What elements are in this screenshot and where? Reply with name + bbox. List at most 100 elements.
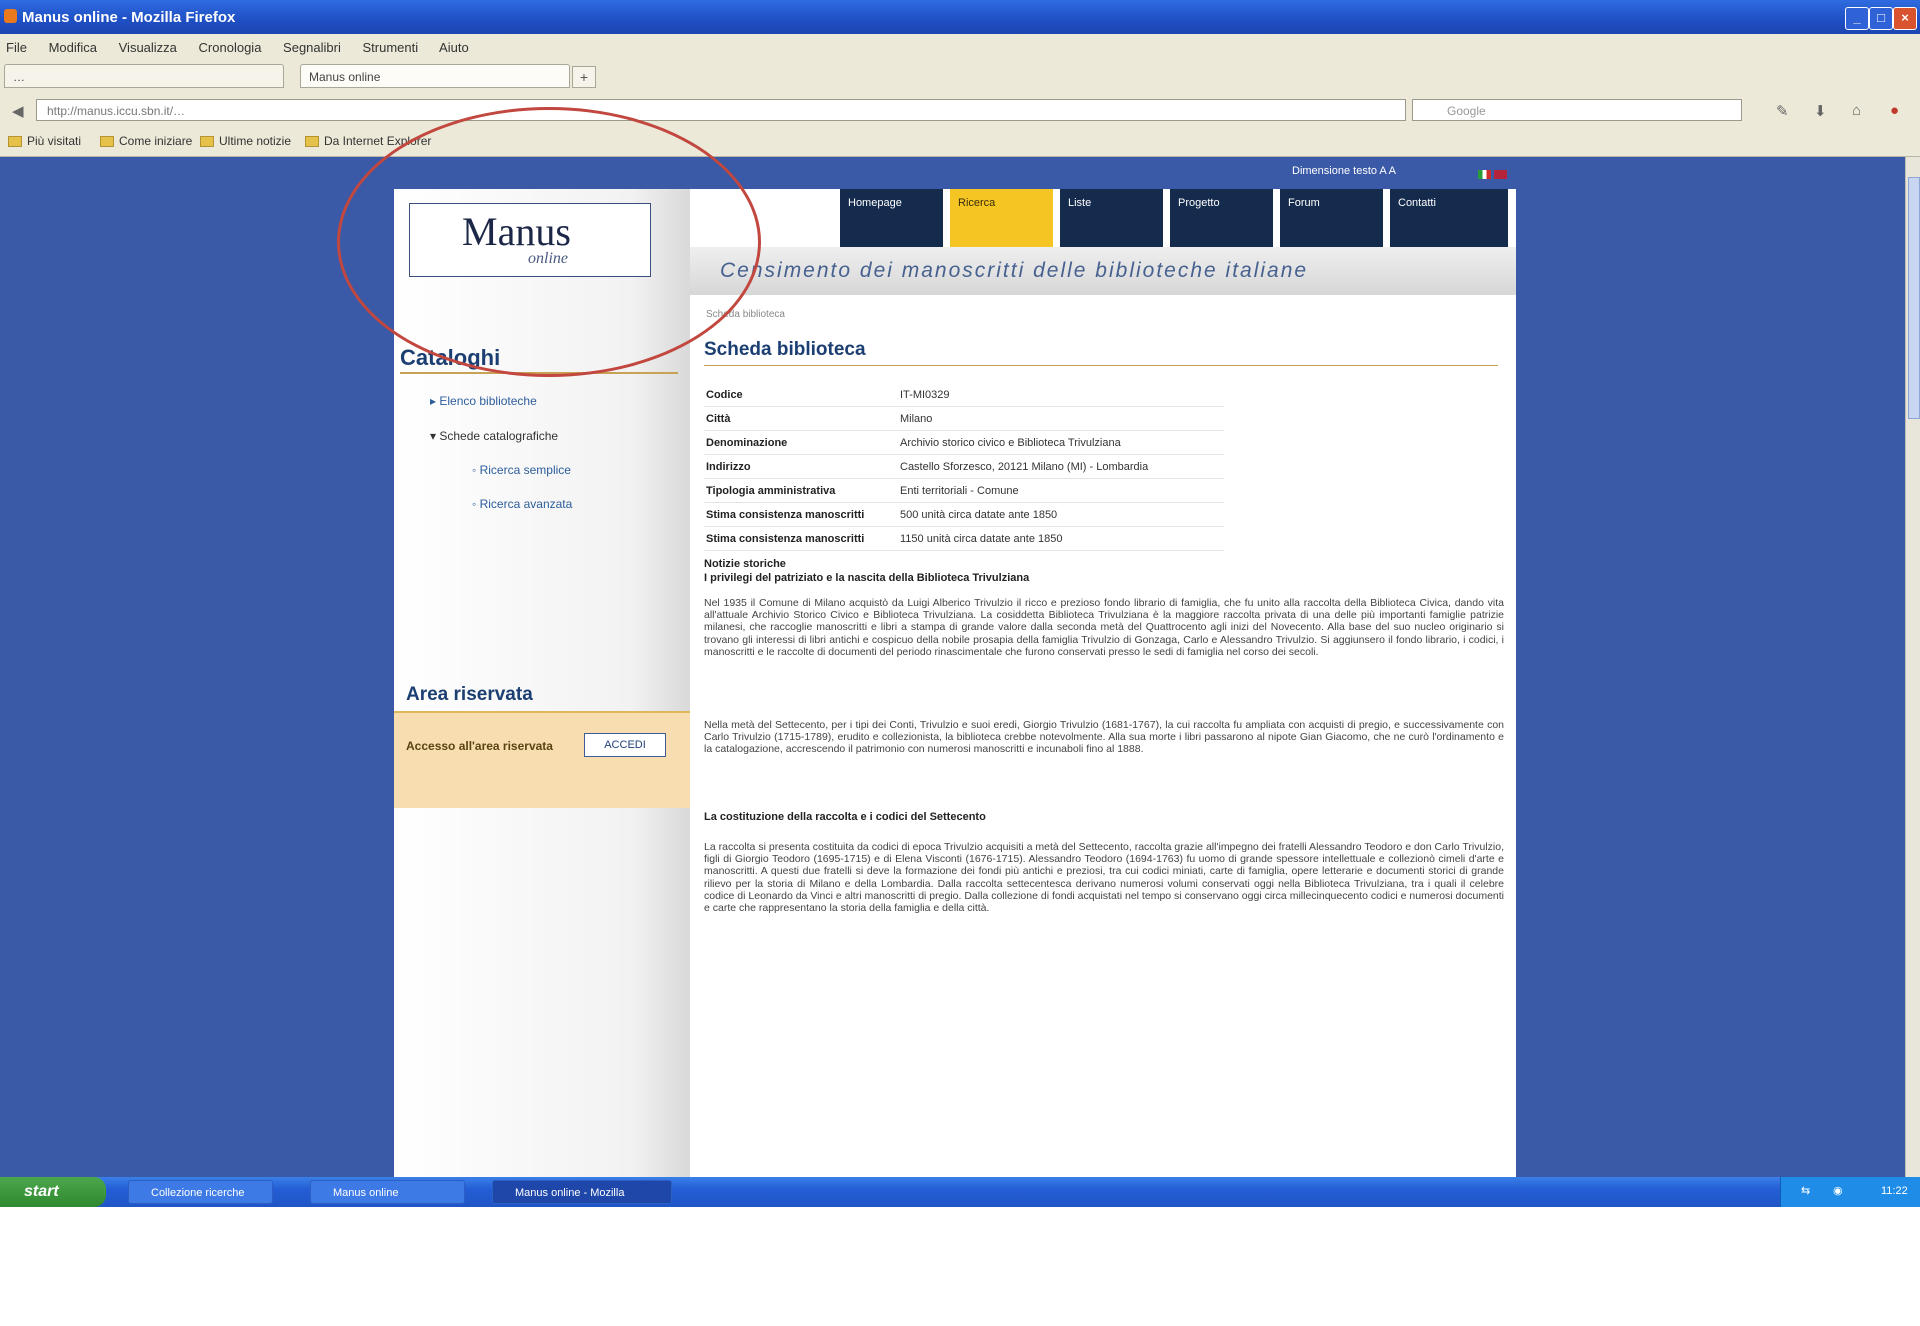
table-row: Denominazione Archivio storico civico e B… <box>704 430 1224 455</box>
table-row: Tipologia amministrativa Enti territorial… <box>704 478 1224 503</box>
field-value: Milano <box>898 406 1224 431</box>
download-icon[interactable]: ⬇ <box>1814 102 1827 120</box>
taskbar-item[interactable]: Collezione ricerche <box>128 1180 273 1204</box>
field-label: Tipologia amministrativa <box>704 478 898 503</box>
menubar: File Modifica Visualizza Cronologia Segn… <box>6 40 487 55</box>
language-flags[interactable] <box>1475 166 1507 184</box>
desktop-screen: Manus online - Mozilla Firefox _ □ × Fil… <box>0 0 1920 1207</box>
window-title: Manus online - Mozilla Firefox <box>22 9 236 26</box>
menu-view[interactable]: Visualizza <box>119 40 177 55</box>
close-window-button[interactable]: × <box>1893 7 1917 30</box>
field-value: Enti territoriali - Comune <box>898 478 1224 503</box>
folder-icon <box>8 136 22 148</box>
folder-icon <box>100 136 114 148</box>
new-tab-button[interactable]: + <box>572 66 596 88</box>
field-label: Denominazione <box>704 430 898 455</box>
sidebar-item-simple-search[interactable]: ◦ Ricerca semplice <box>472 463 571 477</box>
taskbar-item-active[interactable]: Manus online - Mozilla <box>492 1180 672 1204</box>
field-value: IT-MI0329 <box>898 383 1224 407</box>
window-titlebar: Manus online - Mozilla Firefox _ □ × <box>0 0 1920 34</box>
login-button[interactable]: ACCEDI <box>584 733 666 757</box>
bookmark-most-visited[interactable]: Più visitati <box>8 134 81 148</box>
tab-strip: … Manus online + <box>0 62 1920 92</box>
field-label: Codice <box>704 383 898 407</box>
field-label: Città <box>704 406 898 431</box>
field-value: 500 unità circa datate ante 1850 <box>898 502 1224 527</box>
clock: 11:22 <box>1881 1185 1908 1197</box>
table-row: Stima consistenza manoscritti 1150 unità … <box>704 526 1224 551</box>
field-label: Stima consistenza manoscritti <box>704 526 898 551</box>
menu-tools[interactable]: Strumenti <box>363 40 419 55</box>
maximize-button[interactable]: □ <box>1869 7 1893 30</box>
field-value: Archivio storico civico e Biblioteca Tri… <box>898 430 1224 455</box>
menu-help[interactable]: Aiuto <box>439 40 469 55</box>
network-icon[interactable]: ⇆ <box>1801 1184 1810 1197</box>
bookmark-getting-started[interactable]: Come iniziare <box>100 134 192 148</box>
notes-subtitle: I privilegi del patriziato e la nascita … <box>704 572 1030 584</box>
menu-edit[interactable]: Modifica <box>49 40 97 55</box>
table-row: Codice IT-MI0329 <box>704 383 1224 407</box>
tab-label: … <box>13 70 25 84</box>
divider <box>704 365 1498 366</box>
taskbar: start Collezione ricerche Manus online M… <box>0 1177 1920 1207</box>
history-paragraph: Nel 1935 il Comune di Milano acquistò da… <box>704 597 1504 658</box>
notes-label: Notizie storiche <box>704 558 786 570</box>
nav-tab-project[interactable]: Progetto <box>1170 189 1276 247</box>
menu-bookmarks[interactable]: Segnalibri <box>283 40 341 55</box>
menu-history[interactable]: Cronologia <box>199 40 262 55</box>
page-title: Scheda biblioteca <box>704 339 866 360</box>
nav-tab-search[interactable]: Ricerca <box>950 189 1056 247</box>
sidebar-item-catalog-records[interactable]: ▾ Schede catalografiche <box>430 429 558 443</box>
nav-tab-lists[interactable]: Liste <box>1060 189 1166 247</box>
banner-text: Censimento dei manoscritti delle bibliot… <box>720 259 1309 282</box>
text-size-links[interactable]: Dimensione testo A A <box>1292 165 1396 177</box>
start-button[interactable]: start <box>0 1177 106 1207</box>
history-paragraph: Nella metà del Settecento, per i tipi de… <box>704 719 1504 756</box>
search-box[interactable]: Google <box>1412 99 1742 121</box>
folder-icon <box>200 136 214 148</box>
reserved-area-title: Area riservata <box>406 684 533 705</box>
pen-icon[interactable]: ✎ <box>1776 102 1789 120</box>
bookmark-latest-news[interactable]: Ultime notizie <box>200 134 291 148</box>
field-label: Indirizzo <box>704 454 898 479</box>
site-banner: Censimento dei manoscritti delle bibliot… <box>690 247 1516 295</box>
scrollbar-thumb[interactable] <box>1908 177 1920 419</box>
back-arrow-icon[interactable]: ◀ <box>12 102 24 120</box>
browser-tab-active[interactable]: Manus online <box>300 64 570 88</box>
reserved-area-label: Accesso all'area riservata <box>406 739 553 753</box>
page-viewport: Dimensione testo A A Manus online Catalo… <box>0 157 1905 1177</box>
field-label: Stima consistenza manoscritti <box>704 502 898 527</box>
firefox-icon <box>4 9 17 23</box>
menu-file[interactable]: File <box>6 40 27 55</box>
field-value: Castello Sforzesco, 20121 Milano (MI) - … <box>898 454 1224 479</box>
system-tray: ⇆ ◉ 11:22 <box>1780 1177 1920 1207</box>
sidebar-item-library-list[interactable]: ▸ Elenco biblioteche <box>430 394 537 408</box>
sidebar-item-advanced-search[interactable]: ◦ Ricerca avanzata <box>472 497 572 511</box>
table-row: Indirizzo Castello Sforzesco, 20121 Milan… <box>704 454 1224 479</box>
english-flag-icon[interactable] <box>1494 170 1507 179</box>
reserved-area-box: Accesso all'area riservata ACCEDI <box>394 711 690 808</box>
minimize-button[interactable]: _ <box>1845 7 1869 30</box>
notes-heading: Notizie storiche I privilegi del patrizi… <box>704 557 1029 585</box>
nav-tab-home[interactable]: Homepage <box>840 189 946 247</box>
shield-icon[interactable]: ◉ <box>1833 1184 1843 1197</box>
address-bar[interactable]: http://manus.iccu.sbn.it/… <box>36 99 1406 121</box>
history-paragraph: La raccolta si presenta costituita da co… <box>704 841 1504 915</box>
folder-icon <box>305 136 319 148</box>
table-row: Città Milano <box>704 406 1224 431</box>
italian-flag-icon[interactable] <box>1478 170 1491 179</box>
home-icon[interactable]: ⌂ <box>1852 102 1861 119</box>
addon-icon[interactable]: ● <box>1890 102 1899 119</box>
section-subheading: La costituzione della raccolta e i codic… <box>704 811 986 823</box>
navigation-bar: ◀ http://manus.iccu.sbn.it/… Google ✎ ⬇ … <box>0 96 1920 126</box>
vertical-scrollbar[interactable] <box>1905 157 1920 1177</box>
library-info-table: Codice IT-MI0329 Città Milano Denominazion… <box>704 383 1224 551</box>
main-navigation: Homepage Ricerca Liste Progetto Forum Co… <box>840 189 1508 247</box>
browser-chrome: File Modifica Visualizza Cronologia Segn… <box>0 34 1920 157</box>
nav-tab-forum[interactable]: Forum <box>1280 189 1386 247</box>
taskbar-item[interactable]: Manus online <box>310 1180 465 1204</box>
red-annotation-circle <box>337 107 761 377</box>
bookmarks-toolbar: Più visitati Come iniziare Ultime notizi… <box>0 130 1920 154</box>
nav-tab-contacts[interactable]: Contatti <box>1390 189 1508 247</box>
browser-tab[interactable]: … <box>4 64 284 88</box>
